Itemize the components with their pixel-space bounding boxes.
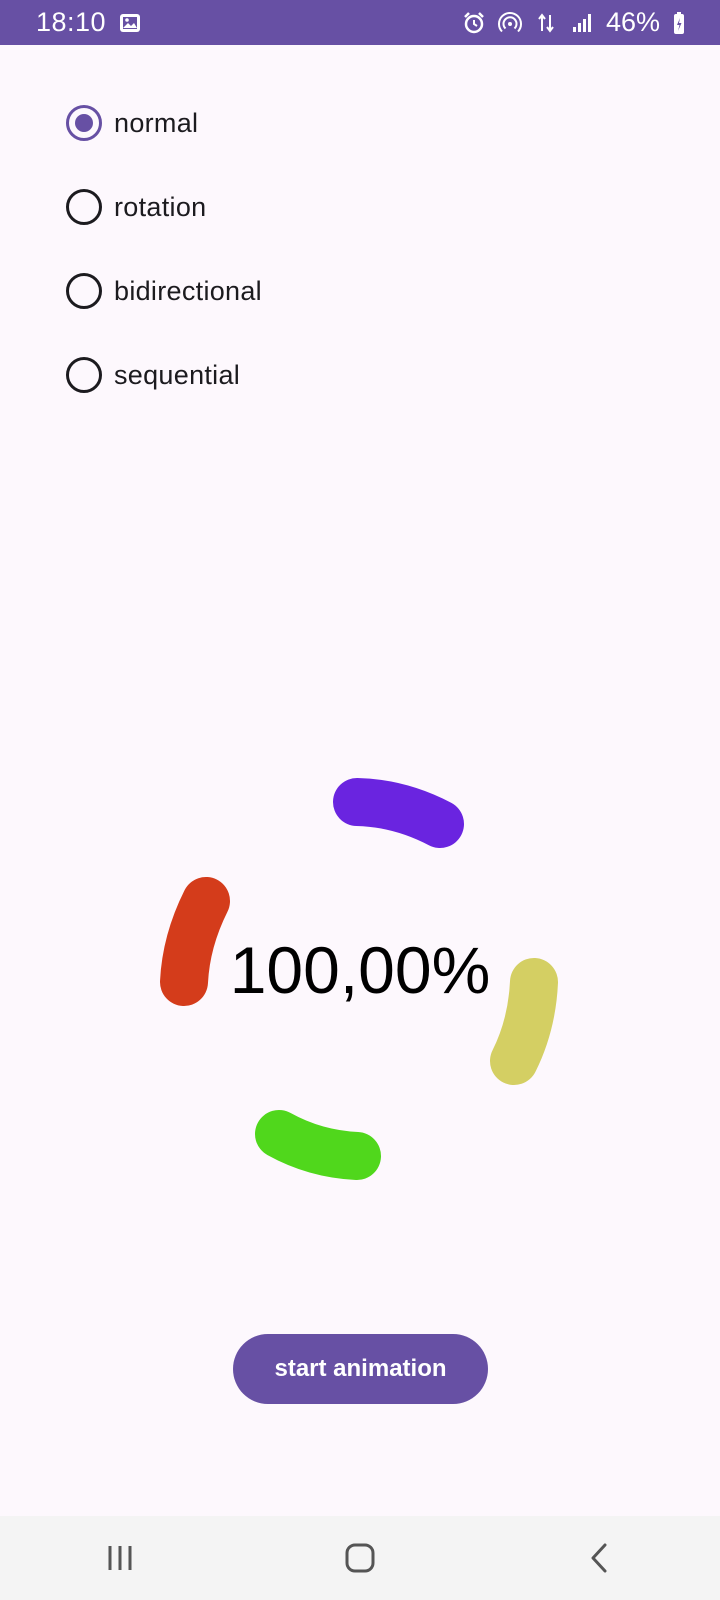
status-left: 18:10 [36, 7, 142, 38]
home-button[interactable] [330, 1528, 390, 1588]
data-icon [534, 11, 558, 35]
status-time: 18:10 [36, 7, 107, 37]
radio-button-icon[interactable] [66, 189, 102, 225]
signal-icon [570, 11, 594, 35]
recents-icon [108, 1546, 132, 1570]
radio-button-selected-icon[interactable] [66, 105, 102, 141]
animation-mode-radio-group: normal rotation bidirectional sequential [66, 81, 262, 417]
back-button[interactable] [570, 1528, 630, 1588]
radio-button-icon[interactable] [66, 273, 102, 309]
status-bar: 18:10 46% [0, 0, 720, 45]
start-animation-button[interactable]: start animation [233, 1334, 488, 1404]
progress-segment-2 [490, 958, 558, 1085]
progress-segment-4 [160, 877, 230, 1006]
back-icon [591, 1543, 607, 1573]
radio-label-sequential: sequential [114, 359, 241, 390]
progress-segment-3 [255, 1110, 381, 1180]
gallery-icon [118, 11, 142, 35]
radio-button-icon[interactable] [66, 357, 102, 393]
radio-normal[interactable]: normal [66, 81, 262, 165]
recents-button[interactable] [90, 1528, 150, 1588]
radio-label-bidirectional: bidirectional [114, 275, 262, 306]
hotspot-icon [497, 11, 522, 35]
status-right: 46% [462, 7, 686, 38]
radio-bidirectional[interactable]: bidirectional [66, 249, 262, 333]
progress-segment-1 [333, 778, 464, 848]
home-icon [345, 1543, 375, 1573]
radio-label-normal: normal [114, 107, 199, 138]
navigation-bar [0, 1516, 720, 1600]
alarm-icon [462, 11, 486, 35]
radio-rotation[interactable]: rotation [66, 165, 262, 249]
progress-percentage-text: 100,00% [229, 933, 491, 1007]
radio-sequential[interactable]: sequential [66, 333, 262, 417]
battery-icon [672, 11, 686, 35]
battery-percent: 46% [605, 7, 660, 37]
radio-label-rotation: rotation [114, 191, 207, 222]
